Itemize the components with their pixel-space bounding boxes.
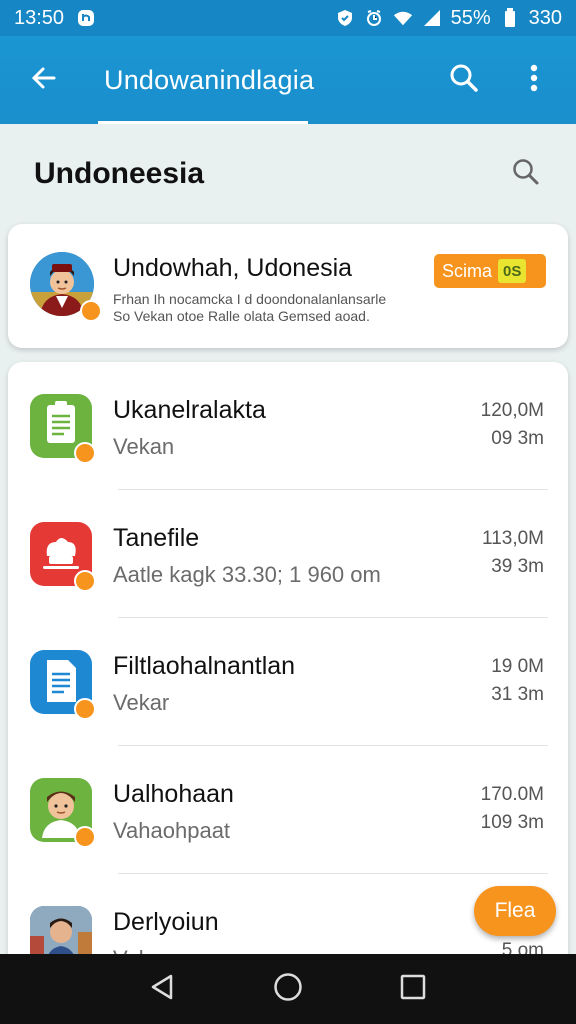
item-title: Tanefile <box>113 524 200 552</box>
item-subtitle: Vekan <box>113 434 175 459</box>
wifi-icon <box>393 8 413 28</box>
section-search-button[interactable] <box>506 154 546 194</box>
item-title: Derlyoiun <box>113 908 219 936</box>
featured-card[interactable]: Undowhah, Udonesia Frhan Ih nocamcka I d… <box>8 224 568 348</box>
home-circle-icon <box>272 971 304 1008</box>
item-title: Ualhohaan <box>113 780 234 808</box>
battery-percent: 55% <box>450 6 491 29</box>
section-header: Undoneesia <box>0 124 576 224</box>
update-badge-icon <box>74 570 96 592</box>
signal-icon <box>422 8 442 28</box>
fab-button[interactable]: Flea <box>474 886 556 936</box>
update-badge-icon <box>74 826 96 848</box>
list-item[interactable]: Tanefile Aatle kagk 33.30; 1 960 om 113,… <box>8 490 568 618</box>
update-badge-icon <box>74 698 96 720</box>
status-time: 13:50 <box>14 6 65 29</box>
item-size: 19 0M <box>491 656 544 677</box>
app-list: Ukanelralakta Vekan 120,0M 09 3m Tanefil… <box>8 362 568 982</box>
featured-description: Frhan Ih nocamcka I d doondonalanlansarl… <box>113 291 433 325</box>
featured-badge-icon <box>80 300 102 322</box>
alarm-icon <box>364 8 384 28</box>
item-size-secondary: 09 3m <box>491 428 544 449</box>
shield-icon <box>335 8 355 28</box>
featured-tag-badge: 0S <box>498 259 527 283</box>
back-arrow-icon <box>30 64 58 97</box>
item-size: 113,0M <box>482 528 544 549</box>
system-nav-bar <box>0 954 576 1024</box>
app-title-tab[interactable]: Undowanindlagia <box>98 36 315 124</box>
featured-tag-label: Scima <box>442 260 493 281</box>
item-size: 170.0M <box>480 784 544 805</box>
app-bar: Undowanindlagia <box>0 36 576 124</box>
featured-name: Undowhah, Udonesia <box>113 254 353 282</box>
item-size: 120,0M <box>480 400 544 421</box>
notification-app-icon <box>76 8 96 28</box>
nav-recents-button[interactable] <box>388 964 438 1014</box>
featured-desc-line2: So Vekan otoe Ralle olata Gemsed aoad. <box>113 308 370 324</box>
back-triangle-icon <box>148 972 178 1007</box>
search-button[interactable] <box>440 56 488 104</box>
featured-tag-button[interactable]: Scima 0S <box>434 254 546 288</box>
list-item[interactable]: Ualhohaan Vahaohpaat 170.0M 109 3m <box>8 746 568 874</box>
app-title: Undowanindlagia <box>104 64 315 95</box>
recents-square-icon <box>399 973 427 1006</box>
fab-label: Flea <box>494 899 536 922</box>
battery-icon <box>500 8 520 28</box>
more-vert-icon <box>530 64 538 97</box>
nav-back-button[interactable] <box>138 964 188 1014</box>
item-size-secondary: 39 3m <box>491 556 544 577</box>
list-item[interactable]: Filtlaohalnantlan Vekar 19 0M 31 3m <box>8 618 568 746</box>
section-title: Undoneesia <box>34 157 205 190</box>
item-title: Filtlaohalnantlan <box>113 652 296 680</box>
item-subtitle: Aatle kagk 33.30; 1 960 om <box>113 562 381 587</box>
search-icon <box>511 157 541 192</box>
item-size-secondary: 109 3m <box>480 812 544 833</box>
item-subtitle: Vekar <box>113 690 170 715</box>
featured-desc-line1: Frhan Ih nocamcka I d doondonalanlansarl… <box>113 291 387 307</box>
item-size-secondary: 31 3m <box>491 684 544 705</box>
item-title: Ukanelralakta <box>113 396 266 424</box>
list-item[interactable]: Ukanelralakta Vekan 120,0M 09 3m <box>8 362 568 490</box>
update-badge-icon <box>74 442 96 464</box>
back-button[interactable] <box>14 50 74 110</box>
status-bar: 13:50 55% 330 <box>0 0 576 36</box>
more-options-button[interactable] <box>510 56 558 104</box>
item-subtitle: Vahaohpaat <box>113 818 231 843</box>
status-right-clock: 330 <box>528 6 562 29</box>
nav-home-button[interactable] <box>263 964 313 1014</box>
search-icon <box>449 63 479 98</box>
